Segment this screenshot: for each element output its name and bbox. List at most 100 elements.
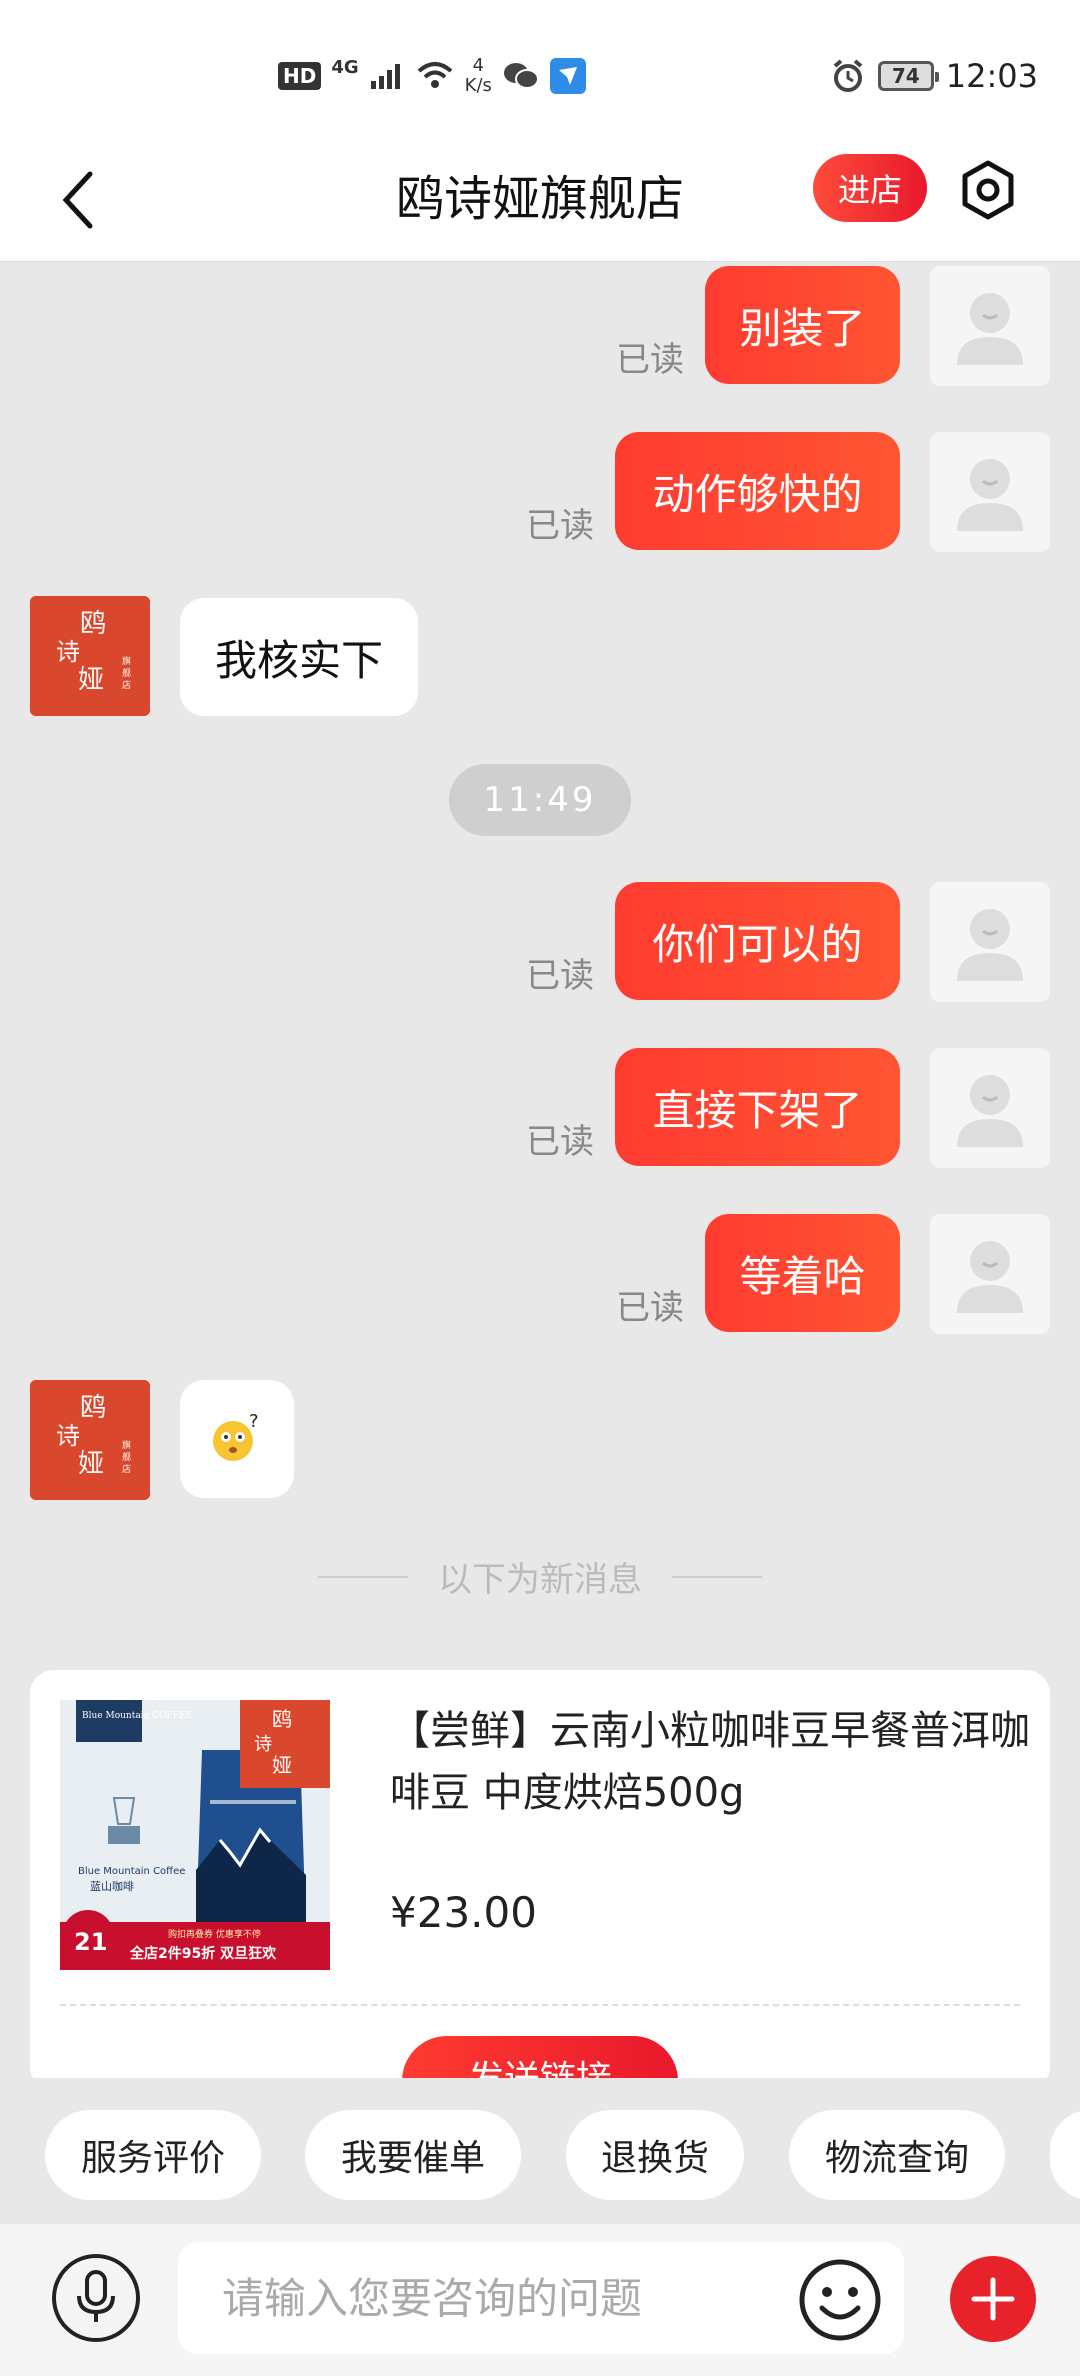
message-bubble[interactable]: 动作够快的 <box>615 432 900 550</box>
my-avatar[interactable] <box>930 266 1050 386</box>
network-speed: 4 K/s <box>465 56 492 96</box>
voice-button[interactable] <box>52 2254 140 2342</box>
message-bubble[interactable]: 别装了 <box>705 266 900 384</box>
svg-text:?: ? <box>249 1411 259 1432</box>
settings-hexagon-icon <box>962 160 1014 220</box>
back-button[interactable] <box>48 160 108 240</box>
svg-text:旗: 旗 <box>122 1439 131 1451</box>
speed-unit: K/s <box>464 75 492 96</box>
svg-text:鸥: 鸥 <box>80 609 106 639</box>
read-status: 已读 <box>526 506 594 546</box>
status-right: 74 12:03 <box>830 48 1038 104</box>
message-row-shop: 鸥 诗 娅 旗 舰 店 我核实下 <box>0 596 1080 726</box>
shop-logo-icon: 鸥 诗 娅 旗 舰 店 <box>30 1380 150 1500</box>
read-status: 已读 <box>526 1122 594 1162</box>
svg-text:鸥: 鸥 <box>80 1393 106 1423</box>
emoji-button[interactable] <box>796 2256 884 2344</box>
product-title[interactable]: 【尝鲜】云南小粒咖啡豆早餐普洱咖啡豆 中度烘焙500g <box>390 1700 1030 1824</box>
svg-text:娅: 娅 <box>78 665 104 695</box>
clock: 12:03 <box>945 57 1038 95</box>
chat-messages[interactable]: 已读 别装了 已读 动作够快的 鸥 诗 娅 旗 舰 店 我核实下 11:49 已… <box>0 262 1080 2078</box>
message-row-mine: 已读 等着哈 <box>0 1210 1080 1340</box>
svg-text:舰: 舰 <box>122 1451 131 1463</box>
label-en: Blue Mountain Coffee <box>78 1866 185 1877</box>
shop-logo-icon: 鸥 诗 娅 旗 舰 店 <box>30 596 150 716</box>
wechat-icon <box>503 63 539 89</box>
shop-avatar[interactable]: 鸥 诗 娅 旗 舰 店 <box>30 596 150 716</box>
status-bar: HD 4G 4 K/s 74 12:03 <box>0 0 1080 140</box>
user-placeholder-icon <box>957 1241 1023 1313</box>
hd-indicator: HD <box>278 62 322 90</box>
product-price: ¥23.00 <box>390 1888 537 1937</box>
confused-emoji-icon: ? <box>213 1411 259 1461</box>
quick-reply-logistics[interactable]: 物流查询 <box>789 2110 1005 2200</box>
more-actions-button[interactable] <box>950 2256 1036 2342</box>
divider-line-left <box>318 1575 408 1578</box>
settings-button[interactable] <box>950 152 1026 228</box>
product-image[interactable]: Blue Mountain COFFEE Blue Mountain Coffe… <box>60 1700 330 1970</box>
message-row-mine: 已读 别装了 <box>0 262 1080 392</box>
new-messages-divider: 以下为新消息 <box>0 1552 1080 1601</box>
shop-avatar[interactable]: 鸥 诗 娅 旗 舰 店 <box>30 1380 150 1500</box>
my-avatar[interactable] <box>930 882 1050 1002</box>
chat-header: 鸥诗娅旗舰店 进店 <box>0 140 1080 262</box>
message-bubble[interactable]: 直接下架了 <box>615 1048 900 1166</box>
label-cn: 蓝山咖啡 <box>90 1879 134 1893</box>
app-notification-icon <box>549 58 586 94</box>
brand-char-3: 娅 <box>272 1753 292 1777</box>
quick-reply-return-exchange[interactable]: 退换货 <box>566 2110 744 2200</box>
quick-reply-urge-order[interactable]: 我要催单 <box>305 2110 521 2200</box>
quick-reply-more[interactable] <box>1050 2110 1080 2200</box>
svg-text:店: 店 <box>122 679 131 691</box>
battery-indicator: 74 <box>877 61 939 91</box>
message-row-mine: 已读 你们可以的 <box>0 878 1080 1008</box>
badge-number: 21 <box>74 1928 107 1956</box>
network-type: 4G <box>331 56 359 78</box>
my-avatar[interactable] <box>930 1214 1050 1334</box>
alarm-icon <box>833 59 863 92</box>
svg-text:舰: 舰 <box>122 667 131 679</box>
quick-reply-bar[interactable]: 服务评价 我要催单 退换货 物流查询 <box>0 2078 1080 2224</box>
message-row-mine: 已读 动作够快的 <box>0 428 1080 558</box>
status-left: HD 4G 4 K/s <box>278 48 586 104</box>
read-status: 已读 <box>616 340 684 380</box>
enter-store-button[interactable]: 进店 <box>813 154 927 222</box>
read-status: 已读 <box>616 1288 684 1328</box>
plus-icon <box>971 2277 1015 2321</box>
user-placeholder-icon <box>957 909 1023 981</box>
signal-icon <box>370 64 400 89</box>
brand-char-1: 鸥 <box>272 1707 292 1731</box>
coffee-product-image: Blue Mountain COFFEE Blue Mountain Coffe… <box>60 1700 330 1970</box>
time-separator: 11:49 <box>449 764 631 836</box>
brand-char-2: 诗 <box>254 1734 272 1755</box>
my-avatar[interactable] <box>930 1048 1050 1168</box>
svg-text:娅: 娅 <box>78 1449 104 1479</box>
read-status: 已读 <box>526 956 594 996</box>
card-divider <box>60 2004 1020 2006</box>
message-bubble[interactable]: 等着哈 <box>705 1214 900 1332</box>
emoji-message-bubble[interactable]: ? <box>180 1380 294 1498</box>
divider-line-right <box>672 1575 762 1578</box>
input-bar <box>0 2224 1080 2376</box>
speed-value: 4 <box>472 55 484 76</box>
message-row-shop: 鸥 诗 娅 旗 舰 店 ? <box>0 1378 1080 1508</box>
svg-text:店: 店 <box>122 1463 131 1475</box>
my-avatar[interactable] <box>930 432 1050 552</box>
new-messages-label: 以下为新消息 <box>438 1560 642 1600</box>
promo-line-2: 全店2件95折 双旦狂欢 <box>129 1945 277 1962</box>
svg-text:诗: 诗 <box>56 638 80 666</box>
message-bubble[interactable]: 你们可以的 <box>615 882 900 1000</box>
user-placeholder-icon <box>957 459 1023 531</box>
promo-line-1: 购扣再叠券 优惠享不停 <box>168 1928 261 1940</box>
chevron-left-icon <box>62 171 93 229</box>
svg-text:诗: 诗 <box>56 1422 80 1450</box>
smiley-icon <box>799 2259 881 2341</box>
message-bubble[interactable]: 我核实下 <box>180 598 418 716</box>
quick-reply-service-rating[interactable]: 服务评价 <box>45 2110 261 2200</box>
send-link-button[interactable]: 发送链接 <box>402 2036 678 2078</box>
user-placeholder-icon <box>957 1075 1023 1147</box>
user-placeholder-icon <box>957 293 1023 365</box>
product-card[interactable]: Blue Mountain COFFEE Blue Mountain Coffe… <box>30 1670 1050 2078</box>
svg-text:旗: 旗 <box>122 655 131 667</box>
brand-top-text: Blue Mountain COFFEE <box>82 1711 192 1721</box>
